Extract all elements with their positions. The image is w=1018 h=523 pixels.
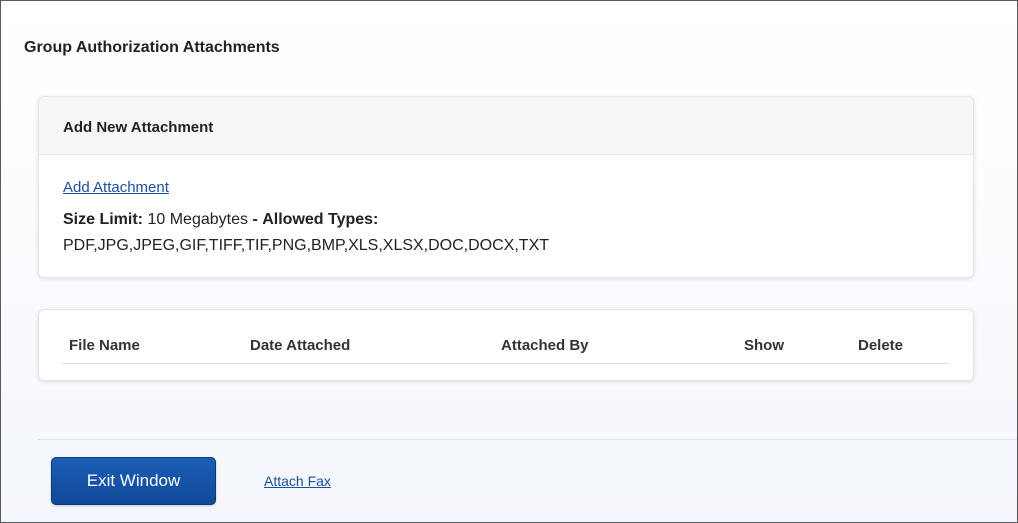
size-limit-value: 10 Megabytes [147, 211, 248, 228]
size-limit-separator: - [252, 211, 258, 228]
add-attachment-card: Add New Attachment Add Attachment Size L… [38, 96, 974, 278]
column-header-date-attached: Date Attached [250, 337, 351, 354]
attachments-window: Group Authorization Attachments Add New … [0, 0, 1018, 523]
attachments-table: File Name Date Attached Attached By Show… [38, 309, 974, 381]
add-attachment-card-header: Add New Attachment [39, 97, 973, 155]
allowed-types-value: PDF,JPG,JPEG,GIF,TIFF,TIF,PNG,BMP,XLS,XL… [63, 237, 550, 254]
size-limit-label: Size Limit: [63, 211, 144, 228]
attach-fax-link[interactable]: Attach Fax [264, 473, 331, 489]
column-header-delete: Delete [858, 337, 904, 354]
column-header-attached-by: Attached By [501, 337, 589, 354]
size-limit-line: Size Limit: 10 Megabytes - Allowed Types… [63, 211, 378, 229]
allowed-types-label: Allowed Types: [262, 211, 379, 228]
column-header-show: Show [744, 337, 784, 354]
attachments-table-header: File Name Date Attached Attached By Show… [61, 336, 949, 364]
footer-divider [38, 439, 1017, 440]
add-attachment-header-title: Add New Attachment [63, 119, 214, 136]
exit-window-button[interactable]: Exit Window [51, 457, 216, 505]
add-attachment-link[interactable]: Add Attachment [63, 179, 169, 196]
page-title: Group Authorization Attachments [24, 39, 280, 56]
column-header-file-name: File Name [69, 337, 140, 354]
